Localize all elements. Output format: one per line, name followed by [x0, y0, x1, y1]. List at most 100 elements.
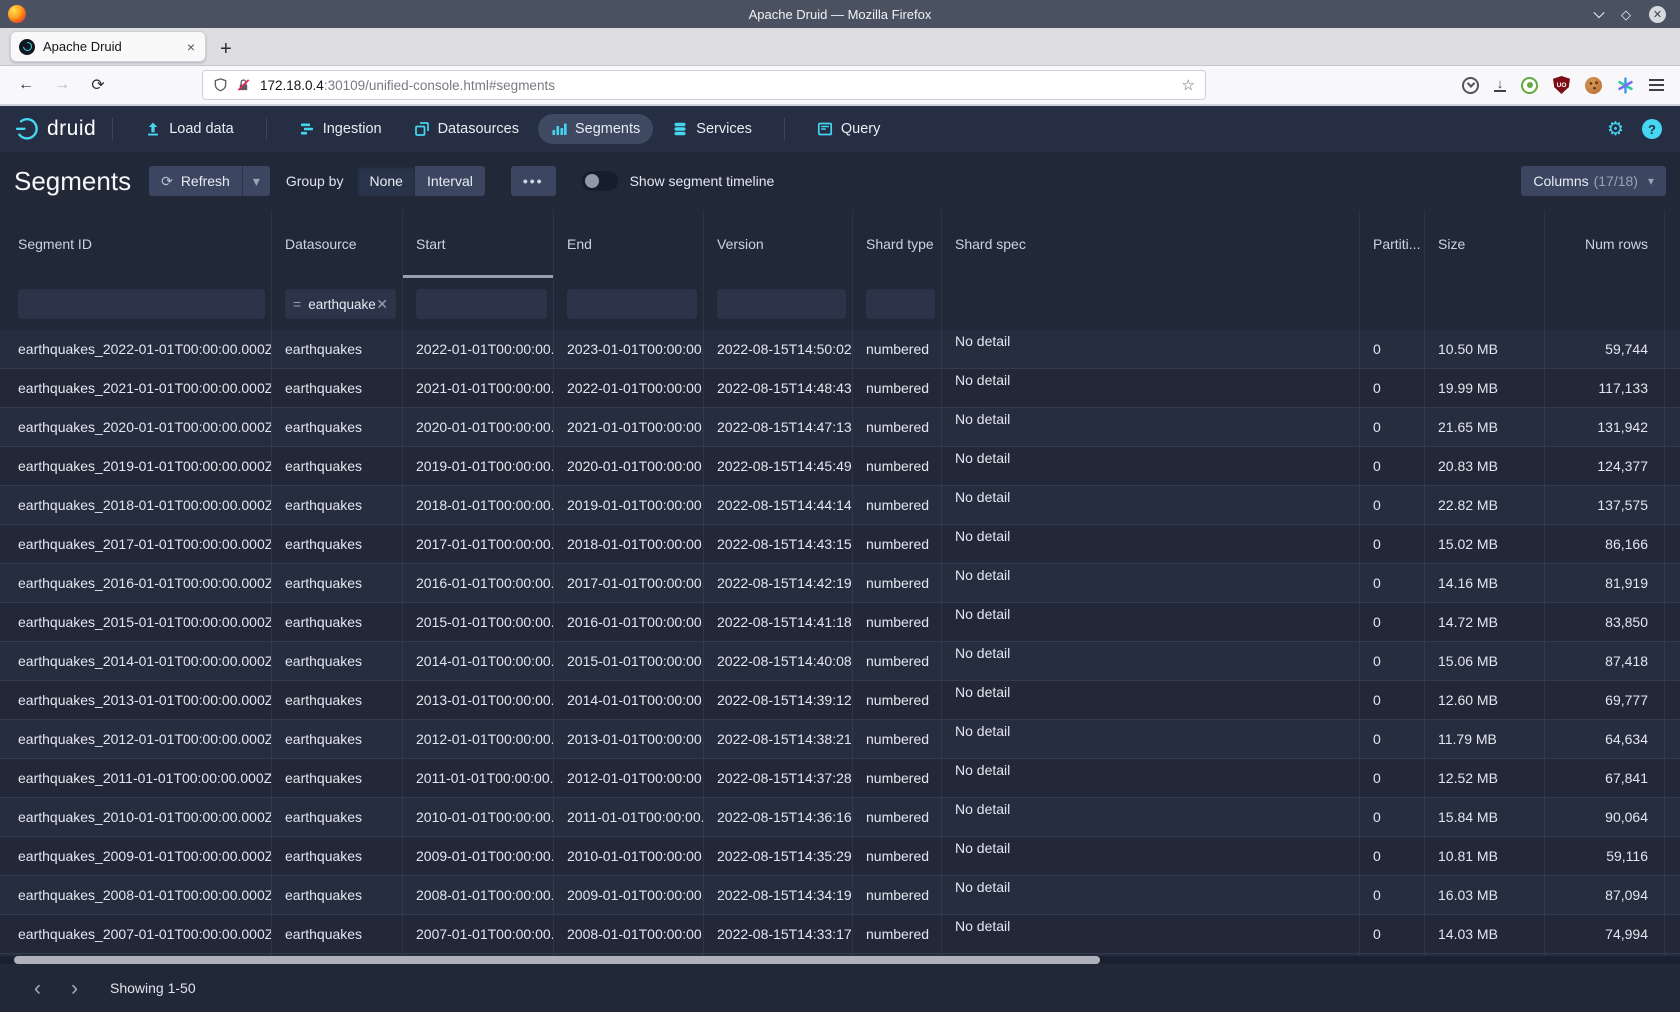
- menu-icon[interactable]: [1649, 79, 1664, 91]
- druid-brand[interactable]: druid: [14, 116, 96, 142]
- new-tab-button[interactable]: +: [220, 39, 232, 59]
- version-cell: 2022-08-15T14:50:02.6...: [704, 330, 853, 368]
- datasource-cell: earthquakes: [272, 486, 403, 524]
- table-row[interactable]: earthquakes_2011-01-01T00:00:00.000Z_2..…: [0, 759, 1680, 798]
- scrollbar-thumb[interactable]: [14, 956, 1100, 964]
- start-cell: 2019-01-01T00:00:00.0...: [403, 447, 554, 485]
- page-header: Segments ⟳ Refresh ▾ Group by None Inter…: [0, 152, 1680, 210]
- table-row[interactable]: earthquakes_2013-01-01T00:00:00.000Z_2..…: [0, 681, 1680, 720]
- nav-item-datasources[interactable]: Datasources: [401, 114, 532, 144]
- shard-spec-cell: No detail: [942, 915, 1360, 953]
- start-filter-input[interactable]: [416, 289, 547, 319]
- size-cell: 16.03 MB: [1425, 876, 1545, 914]
- start-cell: 2018-01-01T00:00:00.0...: [403, 486, 554, 524]
- column-header-num-rows[interactable]: Num rows: [1545, 210, 1665, 278]
- table-row[interactable]: earthquakes_2009-01-01T00:00:00.000Z_2..…: [0, 837, 1680, 876]
- lock-slash-icon[interactable]: [236, 77, 251, 93]
- ellipsis-icon: •••: [523, 173, 544, 189]
- shield-icon[interactable]: [213, 77, 228, 93]
- table-row[interactable]: earthquakes_2018-01-01T00:00:00.000Z_2..…: [0, 486, 1680, 525]
- columns-button[interactable]: Columns (17/18) ▾: [1521, 166, 1666, 196]
- partition-cell: 0: [1360, 642, 1425, 680]
- close-icon[interactable]: ✕: [1649, 6, 1666, 23]
- chevron-left-icon[interactable]: ‹: [30, 978, 45, 999]
- horizontal-scrollbar[interactable]: [0, 956, 1680, 964]
- shard-type-filter-input[interactable]: [866, 289, 935, 319]
- url-text[interactable]: 172.18.0.4:30109/unified-console.html#se…: [260, 78, 1182, 93]
- more-options-button[interactable]: •••: [511, 166, 556, 196]
- column-header-shard-type[interactable]: Shard type: [853, 210, 942, 278]
- table-row[interactable]: earthquakes_2012-01-01T00:00:00.000Z_2..…: [0, 720, 1680, 759]
- tab-close-icon[interactable]: ×: [185, 39, 197, 55]
- version-cell: 2022-08-15T14:47:13.5...: [704, 408, 853, 446]
- asterisk-extension-icon[interactable]: [1617, 77, 1634, 94]
- tab-apache-druid[interactable]: Apache Druid ×: [10, 31, 206, 62]
- column-header-version[interactable]: Version: [704, 210, 853, 278]
- table-row[interactable]: earthquakes_2007-01-01T00:00:00.000Z_2..…: [0, 915, 1680, 954]
- pocket-icon[interactable]: [1462, 77, 1479, 94]
- cookie-extension-icon[interactable]: [1585, 77, 1602, 94]
- table-row[interactable]: earthquakes_2017-01-01T00:00:00.000Z_2..…: [0, 525, 1680, 564]
- group-by-none-button[interactable]: None: [357, 166, 414, 196]
- num-rows-cell: 90,064: [1545, 798, 1665, 836]
- table-row[interactable]: earthquakes_2008-01-01T00:00:00.000Z_2..…: [0, 876, 1680, 915]
- remove-filter-icon[interactable]: ✕: [376, 296, 388, 313]
- table-row[interactable]: earthquakes_2014-01-01T00:00:00.000Z_2..…: [0, 642, 1680, 681]
- shard-type-cell: numbered: [853, 330, 942, 368]
- column-header-end[interactable]: End: [554, 210, 704, 278]
- nav-item-segments[interactable]: Segments: [538, 114, 653, 144]
- maximize-icon[interactable]: ◇: [1621, 8, 1631, 21]
- column-header-partition[interactable]: Partiti...: [1360, 210, 1425, 278]
- version-cell: 2022-08-15T14:44:14.1...: [704, 486, 853, 524]
- partition-cell: 0: [1360, 525, 1425, 563]
- segment-id-cell: earthquakes_2020-01-01T00:00:00.000Z_2..…: [0, 408, 272, 446]
- datasource-cell: earthquakes: [272, 837, 403, 875]
- shard-spec-cell: No detail: [942, 720, 1360, 758]
- segment-id-filter-input[interactable]: [18, 289, 265, 319]
- version-cell: 2022-08-15T14:43:15.6...: [704, 525, 853, 563]
- size-cell: 14.16 MB: [1425, 564, 1545, 602]
- table-row[interactable]: earthquakes_2015-01-01T00:00:00.000Z_2..…: [0, 603, 1680, 642]
- segment-timeline-toggle[interactable]: [582, 171, 618, 191]
- table-header-row: Segment ID Datasource Start End Version …: [0, 210, 1680, 278]
- table-row[interactable]: earthquakes_2020-01-01T00:00:00.000Z_2..…: [0, 408, 1680, 447]
- bookmark-star-icon[interactable]: ☆: [1182, 76, 1195, 94]
- privacy-badger-extension-icon[interactable]: [1521, 77, 1538, 94]
- version-filter-input[interactable]: [717, 289, 846, 319]
- help-icon[interactable]: ?: [1642, 119, 1662, 139]
- nav-item-query[interactable]: Query: [804, 114, 894, 144]
- forward-icon[interactable]: →: [50, 76, 74, 94]
- ublock-extension-icon[interactable]: UO: [1553, 76, 1570, 94]
- shard-type-cell: numbered: [853, 798, 942, 836]
- tab-bar: Apache Druid × +: [0, 28, 1680, 66]
- table-row[interactable]: earthquakes_2019-01-01T00:00:00.000Z_2..…: [0, 447, 1680, 486]
- window-list-chevron-icon[interactable]: [1593, 7, 1604, 18]
- url-bar[interactable]: 172.18.0.4:30109/unified-console.html#se…: [202, 70, 1206, 100]
- table-row[interactable]: earthquakes_2016-01-01T00:00:00.000Z_2..…: [0, 564, 1680, 603]
- datasource-filter-input[interactable]: = earthquake ✕: [285, 289, 396, 319]
- nav-item-load-data[interactable]: Load data: [132, 114, 247, 144]
- chevron-right-icon[interactable]: ›: [67, 978, 82, 999]
- refresh-button[interactable]: ⟳ Refresh: [149, 166, 242, 196]
- shard-spec-cell: No detail: [942, 369, 1360, 407]
- size-cell: 22.82 MB: [1425, 486, 1545, 524]
- table-row[interactable]: earthquakes_2021-01-01T00:00:00.000Z_2..…: [0, 369, 1680, 408]
- back-icon[interactable]: ←: [14, 76, 38, 94]
- num-rows-cell: 67,841: [1545, 759, 1665, 797]
- group-by-interval-button[interactable]: Interval: [415, 166, 485, 196]
- column-header-shard-spec[interactable]: Shard spec: [942, 210, 1360, 278]
- gear-icon[interactable]: ⚙: [1607, 120, 1624, 139]
- column-header-datasource[interactable]: Datasource: [272, 210, 403, 278]
- reload-icon[interactable]: ⟳: [86, 75, 110, 95]
- table-row[interactable]: earthquakes_2022-01-01T00:00:00.000Z_2..…: [0, 330, 1680, 369]
- end-filter-input[interactable]: [567, 289, 697, 319]
- download-icon[interactable]: ↓: [1494, 78, 1506, 92]
- datasource-cell: earthquakes: [272, 720, 403, 758]
- column-header-segment-id[interactable]: Segment ID: [0, 210, 272, 278]
- table-row[interactable]: earthquakes_2010-01-01T00:00:00.000Z_2..…: [0, 798, 1680, 837]
- column-header-size[interactable]: Size: [1425, 210, 1545, 278]
- column-header-start[interactable]: Start: [403, 210, 554, 278]
- nav-item-services[interactable]: Services: [659, 114, 765, 144]
- nav-item-ingestion[interactable]: Ingestion: [286, 114, 395, 144]
- refresh-caret-button[interactable]: ▾: [242, 166, 270, 196]
